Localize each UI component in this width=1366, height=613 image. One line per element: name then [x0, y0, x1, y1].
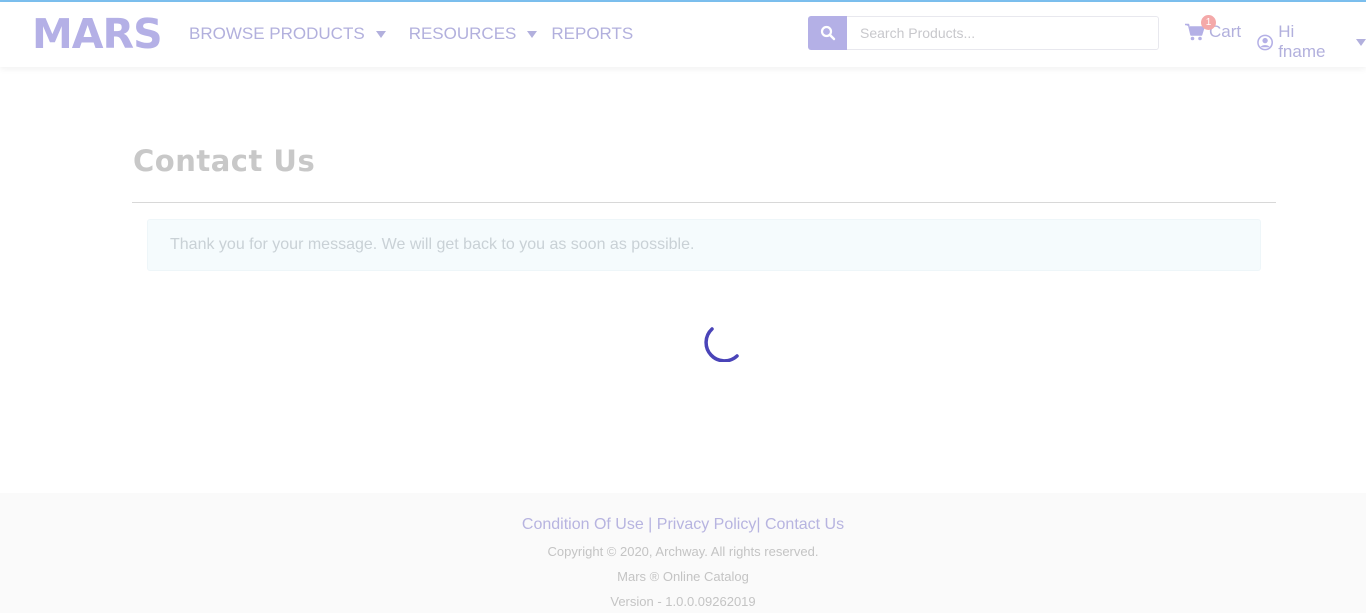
search-button[interactable] — [808, 16, 847, 50]
footer-catalog: Mars ® Online Catalog — [617, 569, 749, 584]
main-nav: BROWSE PRODUCTS RESOURCES REPORTS — [189, 23, 633, 45]
footer-separator: | — [643, 516, 657, 533]
footer-copyright: Copyright © 2020, Archway. All rights re… — [547, 544, 819, 559]
cart-count-badge: 1 — [1201, 15, 1216, 30]
user-circle-icon — [1257, 34, 1273, 50]
search-icon — [820, 25, 835, 41]
cart-link[interactable]: 1 Cart — [1185, 15, 1241, 42]
loading-spinner-icon — [704, 327, 739, 362]
nav-resources[interactable]: RESOURCES — [409, 23, 538, 45]
footer-separator: | — [756, 516, 765, 533]
footer-link-privacy-policy[interactable]: Privacy Policy — [657, 516, 757, 533]
nav-reports[interactable]: REPORTS — [551, 23, 633, 45]
header-navbar: MARS BROWSE PRODUCTS RESOURCES REPORTS 1… — [0, 2, 1366, 67]
alert-message: Thank you for your message. We will get … — [170, 236, 695, 253]
nav-reports-label: REPORTS — [551, 24, 634, 43]
user-greeting: Hi fname — [1278, 22, 1326, 61]
footer-version: Version - 1.0.0.09262019 — [610, 594, 756, 609]
user-menu[interactable]: Hi fname — [1257, 22, 1366, 62]
nav-browse-products[interactable]: BROWSE PRODUCTS — [189, 23, 386, 45]
footer-links: Condition Of Use | Privacy Policy| Conta… — [0, 516, 1366, 534]
caret-down-icon — [527, 30, 538, 38]
caret-down-icon — [1356, 38, 1366, 46]
page-title: Contact Us — [133, 144, 316, 178]
title-divider — [132, 202, 1276, 203]
caret-down-icon — [375, 30, 386, 38]
nav-browse-products-label: BROWSE PRODUCTS — [189, 24, 365, 43]
footer-link-contact-us[interactable]: Contact Us — [765, 516, 844, 533]
nav-resources-label: RESOURCES — [408, 24, 517, 43]
footer-link-condition-of-use[interactable]: Condition Of Use — [522, 516, 644, 533]
mars-logo[interactable]: MARS — [32, 11, 163, 57]
success-alert: Thank you for your message. We will get … — [147, 219, 1261, 271]
search-input[interactable] — [847, 16, 1159, 50]
footer: Condition Of Use | Privacy Policy| Conta… — [0, 493, 1366, 613]
